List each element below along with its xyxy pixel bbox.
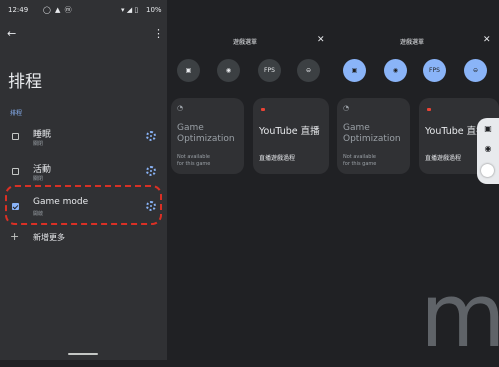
game-optimization-card[interactable]: ◔ Game Optimization Not available for th… [171,98,244,174]
add-icon[interactable]: + [10,230,19,243]
optimization-note-line1: Not available [177,154,210,160]
notification-icons: ◯ ▲ ⓜ [43,6,73,14]
screenshot-icon[interactable]: ▣ [343,59,366,82]
optimization-note-line2: for this game [177,161,211,167]
record-icon[interactable]: ◉ [483,144,493,154]
optimization-title-line2: Optimization [343,134,401,144]
youtube-live-title: YouTube 直播 [259,126,320,137]
fps-icon[interactable]: FPS [423,59,446,82]
do-not-disturb-icon[interactable]: ⊖ [464,59,487,82]
youtube-live-card[interactable]: YouTube 直播 直播遊戲過程 [253,98,329,174]
youtube-live-subtitle: 直播遊戲過程 [425,155,462,162]
schedule-row-sleep[interactable]: 睡眠 關閉 [0,123,167,151]
sleep-checkbox[interactable] [12,133,19,140]
optimization-title-line1: Game [343,123,370,133]
floating-toolbar[interactable]: ▣ ◉ [477,118,499,184]
youtube-icon [427,108,431,111]
activity-settings-gear-icon[interactable] [146,166,156,176]
watermark-logo: m [420,264,499,367]
optimization-title-line2: Optimization [177,134,235,144]
dashboard-title: 遊戲選單 [233,39,258,46]
youtube-live-subtitle: 直播遊戲過程 [259,155,296,162]
optimization-gauge-icon: ◔ [343,104,350,112]
status-time: 12:49 [8,6,29,14]
screenshot-icon[interactable]: ▣ [177,59,200,82]
record-icon[interactable]: ◉ [217,59,240,82]
do-not-disturb-icon[interactable]: ⊖ [297,59,320,82]
activity-status: 關閉 [33,176,44,182]
record-toggle-button[interactable] [481,164,494,177]
signal-icons: ▾ ◢ ▯ [121,6,139,14]
record-icon[interactable]: ◉ [384,59,407,82]
close-icon[interactable]: ✕ [317,35,325,45]
activity-title: 活動 [33,165,52,175]
activity-checkbox[interactable] [12,168,19,175]
sleep-title: 睡眠 [33,130,52,140]
screenshot-icon[interactable]: ▣ [483,124,493,134]
add-more-link[interactable]: 新增更多 [33,232,65,243]
optimization-gauge-icon: ◔ [177,104,184,112]
gesture-bar [68,353,98,355]
optimization-note-line1: Not available [343,154,376,160]
section-header: 排程 [10,110,23,117]
youtube-icon [261,108,265,111]
optimization-title-line1: Game [177,123,204,133]
highlight-annotation [5,185,162,225]
sleep-settings-gear-icon[interactable] [146,131,156,141]
optimization-note-line2: for this game [343,161,377,167]
fps-icon[interactable]: FPS [258,59,281,82]
page-title: 排程 [8,72,42,92]
game-dashboard-1: 遊戲選單 ✕ ▣ ◉ FPS ⊖ ◔ Game Optimization Not… [167,0,332,360]
battery-level: 10% [146,6,162,14]
settings-panel: 12:49 ◯ ▲ ⓜ ▾ ◢ ▯ 10% ← ⋮ 排程 排程 睡眠 關閉 活動… [0,0,167,360]
dashboard-title: 遊戲選單 [400,39,425,46]
close-icon[interactable]: ✕ [483,35,491,45]
more-menu-icon[interactable]: ⋮ [153,27,164,40]
schedule-row-activity[interactable]: 活動 關閉 [0,158,167,186]
game-optimization-card[interactable]: ◔ Game Optimization Not available for th… [337,98,410,174]
back-arrow-icon[interactable]: ← [7,27,16,40]
sleep-status: 關閉 [33,141,44,147]
